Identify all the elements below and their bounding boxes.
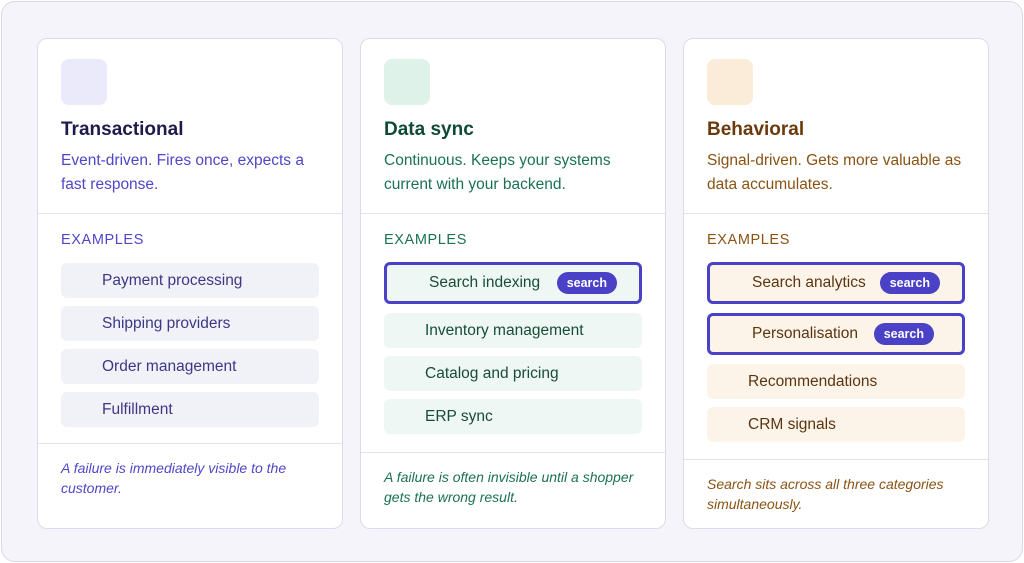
card-header: Transactional Event-driven. Fires once, … (38, 39, 342, 214)
card-footnote: A failure is immediately visible to the … (61, 460, 287, 496)
card-title: Transactional (61, 119, 184, 140)
card-description: Continuous. Keeps your systems current w… (384, 152, 611, 193)
examples-label: EXAMPLES (384, 232, 467, 248)
card-footer: A failure is often invisible until a sho… (361, 452, 665, 505)
example-item-highlighted: Personalisation search (707, 313, 965, 355)
example-item-highlighted: Search analytics search (707, 262, 965, 304)
category-icon (61, 59, 107, 105)
example-item: Inventory management (384, 313, 642, 348)
examples-list: Search analytics search Personalisation … (707, 262, 965, 450)
search-badge: search (879, 272, 940, 294)
card-footer: A failure is immediately visible to the … (38, 443, 342, 496)
card-description: Signal-driven. Gets more valuable as dat… (707, 152, 962, 193)
category-card-transactional: Transactional Event-driven. Fires once, … (37, 38, 343, 529)
card-footer: Search sits across all three categories … (684, 459, 988, 512)
category-icon (384, 59, 430, 105)
search-badge: search (556, 272, 617, 294)
example-item: ERP sync (384, 399, 642, 434)
examples-label: EXAMPLES (61, 232, 144, 248)
example-item: Recommendations (707, 364, 965, 399)
example-item: Fulfillment (61, 392, 319, 427)
card-footnote: A failure is often invisible until a sho… (384, 469, 634, 505)
card-header: Behavioral Signal-driven. Gets more valu… (684, 39, 988, 214)
examples-label: EXAMPLES (707, 232, 790, 248)
example-item-highlighted: Search indexing search (384, 262, 642, 304)
example-item: Payment processing (61, 263, 319, 298)
category-icon (707, 59, 753, 105)
category-card-data-sync: Data sync Continuous. Keeps your systems… (360, 38, 666, 529)
card-title: Data sync (384, 119, 474, 140)
examples-list: Payment processing Shipping providers Or… (61, 263, 319, 435)
card-footnote: Search sits across all three categories … (707, 476, 944, 512)
card-description: Event-driven. Fires once, expects a fast… (61, 152, 304, 193)
category-card-behavioral: Behavioral Signal-driven. Gets more valu… (683, 38, 989, 529)
card-title: Behavioral (707, 119, 805, 140)
example-item: Shipping providers (61, 306, 319, 341)
example-item: Order management (61, 349, 319, 384)
examples-list: Search indexing search Inventory managem… (384, 262, 642, 442)
example-item: CRM signals (707, 407, 965, 442)
card-header: Data sync Continuous. Keeps your systems… (361, 39, 665, 214)
search-badge: search (873, 323, 934, 345)
example-item: Catalog and pricing (384, 356, 642, 391)
diagram-frame: Transactional Event-driven. Fires once, … (1, 1, 1023, 562)
